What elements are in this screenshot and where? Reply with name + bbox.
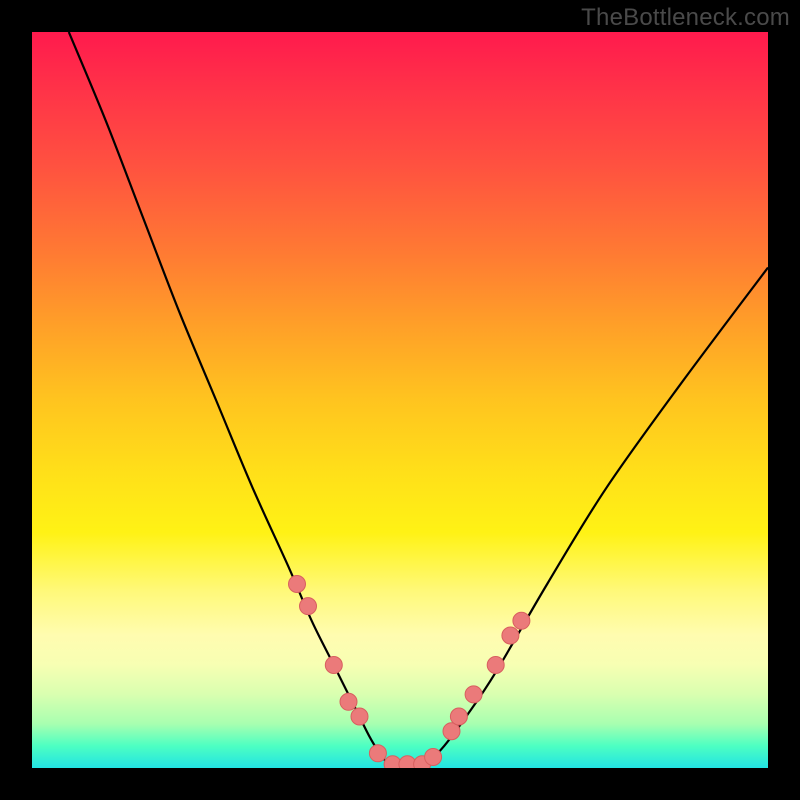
marker-dot [325,657,342,674]
marker-dot [450,708,467,725]
marker-dot [465,686,482,703]
marker-dot [502,627,519,644]
marker-dot [300,598,317,615]
marker-dot [340,693,357,710]
marker-dot [425,749,442,766]
chart-frame: TheBottleneck.com [0,0,800,800]
curve-svg [32,32,768,768]
marker-dot [487,657,504,674]
marker-dot [351,708,368,725]
bottleneck-curve [69,32,768,768]
marker-dot [384,756,401,768]
marker-dot [289,576,306,593]
marker-dot [369,745,386,762]
marker-dot [513,612,530,629]
marker-dots [289,576,530,769]
watermark-text: TheBottleneck.com [581,4,790,32]
plot-area [32,32,768,768]
